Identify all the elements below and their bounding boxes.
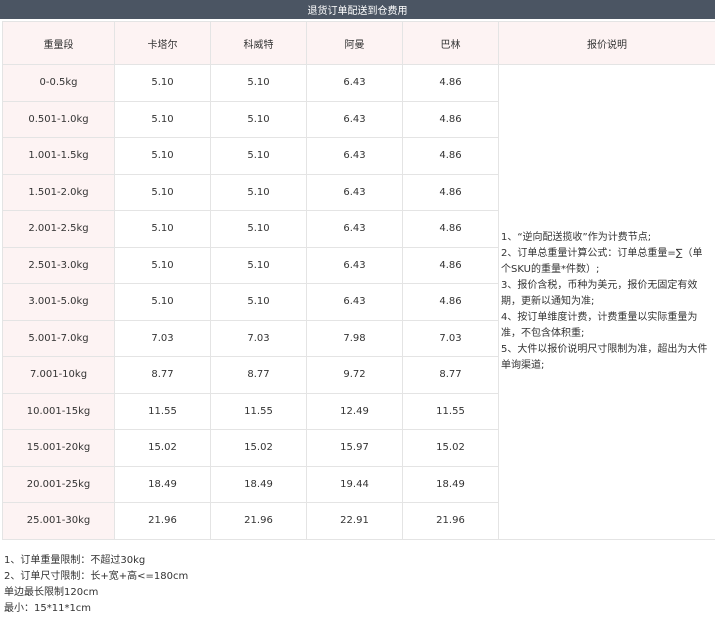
- table-header-row: 重量段 卡塔尔 科威特 阿曼 巴林 报价说明: [2, 21, 715, 65]
- weight-range-cell: 20.001-25kg: [2, 465, 115, 503]
- header-weight: 重量段: [2, 21, 115, 65]
- price-cell: 4.86: [402, 100, 499, 138]
- page-title: 退货订单配送到仓费用: [0, 0, 715, 19]
- price-cell: 6.43: [306, 100, 403, 138]
- price-cell: 6.43: [306, 246, 403, 284]
- pricing-note: 1、“逆向配送揽收”作为计费节点;: [501, 231, 652, 243]
- price-cell: 5.10: [210, 100, 307, 138]
- price-cell: 11.55: [114, 392, 211, 430]
- price-cell: 11.55: [402, 392, 499, 430]
- price-cell: 6.43: [306, 64, 403, 102]
- price-cell: 7.03: [114, 319, 211, 357]
- price-cell: 4.86: [402, 283, 499, 321]
- price-cell: 5.10: [114, 64, 211, 102]
- price-cell: 4.86: [402, 210, 499, 248]
- header-oman: 阿曼: [306, 21, 403, 65]
- rate-table: 重量段 卡塔尔 科威特 阿曼 巴林 报价说明 0-0.5kg 5.10 5.10 6.…: [2, 21, 715, 540]
- price-cell: 7.03: [402, 319, 499, 357]
- pricing-note: 3、报价含税，币种为美元，报价无固定有效期，更新以通知为准;: [501, 279, 698, 307]
- weight-range-cell: 5.001-7.0kg: [2, 319, 115, 357]
- table-row: 0-0.5kg 5.10 5.10 6.43 4.86 1、“逆向配送揽收”作为计费节点;…: [2, 64, 715, 540]
- weight-range-cell: 0-0.5kg: [2, 64, 115, 102]
- header-qatar: 卡塔尔: [114, 21, 211, 65]
- weight-range-cell: 7.001-10kg: [2, 356, 115, 394]
- footer-line: 1、订单重量限制：不超过30kg: [4, 555, 146, 566]
- footer-line: 2、订单尺寸限制：长+宽+高<=180cm: [4, 571, 189, 582]
- price-cell: 18.49: [210, 465, 307, 503]
- price-cell: 18.49: [402, 465, 499, 503]
- price-cell: 8.77: [210, 356, 307, 394]
- price-cell: 21.96: [114, 502, 211, 540]
- price-cell: 5.10: [114, 246, 211, 284]
- price-cell: 6.43: [306, 137, 403, 175]
- price-cell: 8.77: [402, 356, 499, 394]
- price-cell: 19.44: [306, 465, 403, 503]
- pricing-note: 5、大件以报价说明尺寸限制为准，超出为大件单询渠道;: [501, 343, 708, 371]
- price-cell: 22.91: [306, 502, 403, 540]
- price-cell: 5.10: [210, 283, 307, 321]
- price-cell: 5.10: [210, 173, 307, 211]
- weight-range-cell: 15.001-20kg: [2, 429, 115, 467]
- price-cell: 4.86: [402, 137, 499, 175]
- price-cell: 12.49: [306, 392, 403, 430]
- pricing-note: 4、按订单维度计费，计费重量以实际重量为准，不包含体积重;: [501, 311, 698, 339]
- price-cell: 15.02: [402, 429, 499, 467]
- header-kuwait: 科威特: [210, 21, 307, 65]
- price-cell: 9.72: [306, 356, 403, 394]
- weight-range-cell: 2.001-2.5kg: [2, 210, 115, 248]
- price-cell: 4.86: [402, 64, 499, 102]
- header-notes: 报价说明: [498, 21, 715, 65]
- footer-notes: 1、订单重量限制：不超过30kg 2、订单尺寸限制：长+宽+高<=180cm 单…: [4, 553, 704, 617]
- price-cell: 18.49: [114, 465, 211, 503]
- weight-range-cell: 2.501-3.0kg: [2, 246, 115, 284]
- weight-range-cell: 0.501-1.0kg: [2, 100, 115, 138]
- weight-range-cell: 3.001-5.0kg: [2, 283, 115, 321]
- weight-range-cell: 1.001-1.5kg: [2, 137, 115, 175]
- footer-line: 单边最长限制120cm: [4, 587, 99, 598]
- price-cell: 5.10: [210, 64, 307, 102]
- price-cell: 8.77: [114, 356, 211, 394]
- price-cell: 5.10: [114, 283, 211, 321]
- price-cell: 5.10: [114, 210, 211, 248]
- price-cell: 15.02: [210, 429, 307, 467]
- price-cell: 4.86: [402, 173, 499, 211]
- pricing-notes-cell: 1、“逆向配送揽收”作为计费节点; 2、订单总重量计算公式：订单总重量=∑（单个S…: [498, 64, 715, 540]
- price-cell: 6.43: [306, 283, 403, 321]
- price-cell: 5.10: [114, 137, 211, 175]
- price-cell: 11.55: [210, 392, 307, 430]
- price-cell: 6.43: [306, 173, 403, 211]
- price-cell: 7.98: [306, 319, 403, 357]
- header-bahrain: 巴林: [402, 21, 499, 65]
- weight-range-cell: 1.501-2.0kg: [2, 173, 115, 211]
- price-cell: 15.97: [306, 429, 403, 467]
- price-cell: 5.10: [210, 246, 307, 284]
- weight-range-cell: 10.001-15kg: [2, 392, 115, 430]
- price-cell: 5.10: [210, 137, 307, 175]
- price-cell: 7.03: [210, 319, 307, 357]
- price-cell: 5.10: [114, 100, 211, 138]
- price-cell: 21.96: [210, 502, 307, 540]
- price-cell: 5.10: [114, 173, 211, 211]
- price-cell: 5.10: [210, 210, 307, 248]
- price-cell: 15.02: [114, 429, 211, 467]
- footer-line: 最小：15*11*1cm: [4, 603, 92, 614]
- price-cell: 6.43: [306, 210, 403, 248]
- price-cell: 21.96: [402, 502, 499, 540]
- pricing-note: 2、订单总重量计算公式：订单总重量=∑（单个SKU的重量*件数）;: [501, 247, 703, 275]
- price-cell: 4.86: [402, 246, 499, 284]
- page: 退货订单配送到仓费用 重量段 卡塔尔 科威特 阿曼 巴林 报价说明 0-0.5k…: [0, 0, 715, 625]
- weight-range-cell: 25.001-30kg: [2, 502, 115, 540]
